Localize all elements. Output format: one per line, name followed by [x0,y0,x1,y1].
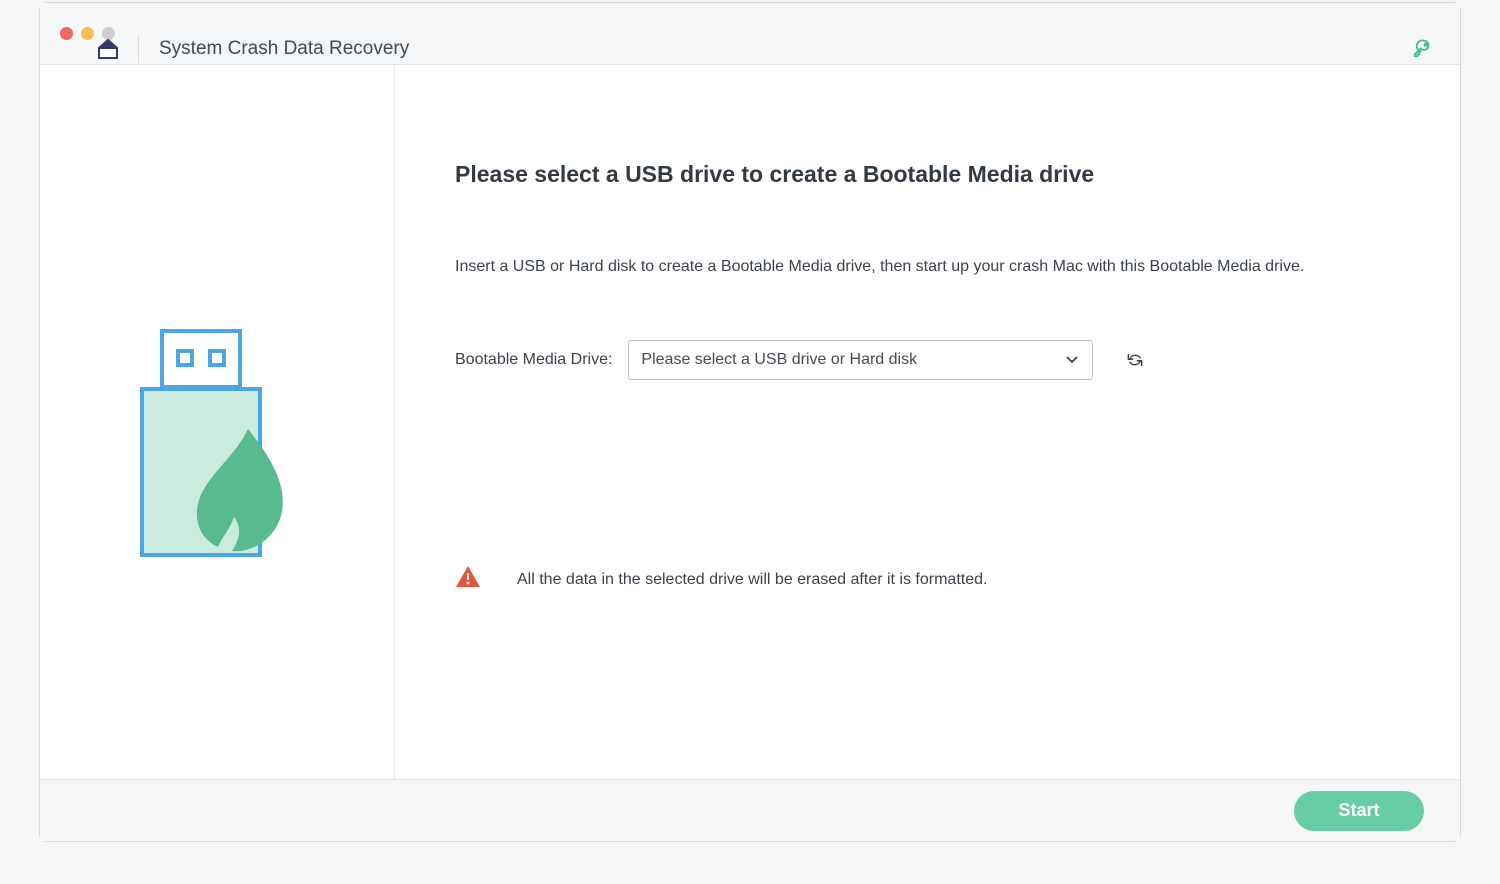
usb-drive-illustration [140,329,290,574]
refresh-button[interactable] [1121,346,1149,374]
sidebar [40,65,395,779]
refresh-icon [1125,350,1145,370]
drive-select-row: Bootable Media Drive: Please select a US… [455,340,1400,380]
drive-select-value: Please select a USB drive or Hard disk [641,351,917,369]
instruction-text: Insert a USB or Hard disk to create a Bo… [455,258,1400,276]
footer: Start [40,779,1460,841]
warning-text: All the data in the selected drive will … [517,571,987,589]
start-button[interactable]: Start [1294,791,1424,831]
home-icon [96,37,120,61]
app-window: System Crash Data Recovery [39,2,1461,842]
drive-select-dropdown[interactable]: Please select a USB drive or Hard disk [628,340,1093,380]
warning-icon [455,565,481,594]
title-separator [138,35,139,63]
main-heading: Please select a USB drive to create a Bo… [455,161,1400,188]
drive-select-label: Bootable Media Drive: [455,351,612,369]
body: Please select a USB drive to create a Bo… [40,65,1460,779]
activation-key-button[interactable] [1408,34,1436,62]
usb-icon [140,329,290,569]
page-title: System Crash Data Recovery [159,38,409,60]
home-button[interactable] [94,35,122,63]
warning-row: All the data in the selected drive will … [455,565,987,594]
main-panel: Please select a USB drive to create a Bo… [395,65,1460,779]
key-icon [1411,37,1433,59]
chevron-down-icon [1066,351,1078,369]
